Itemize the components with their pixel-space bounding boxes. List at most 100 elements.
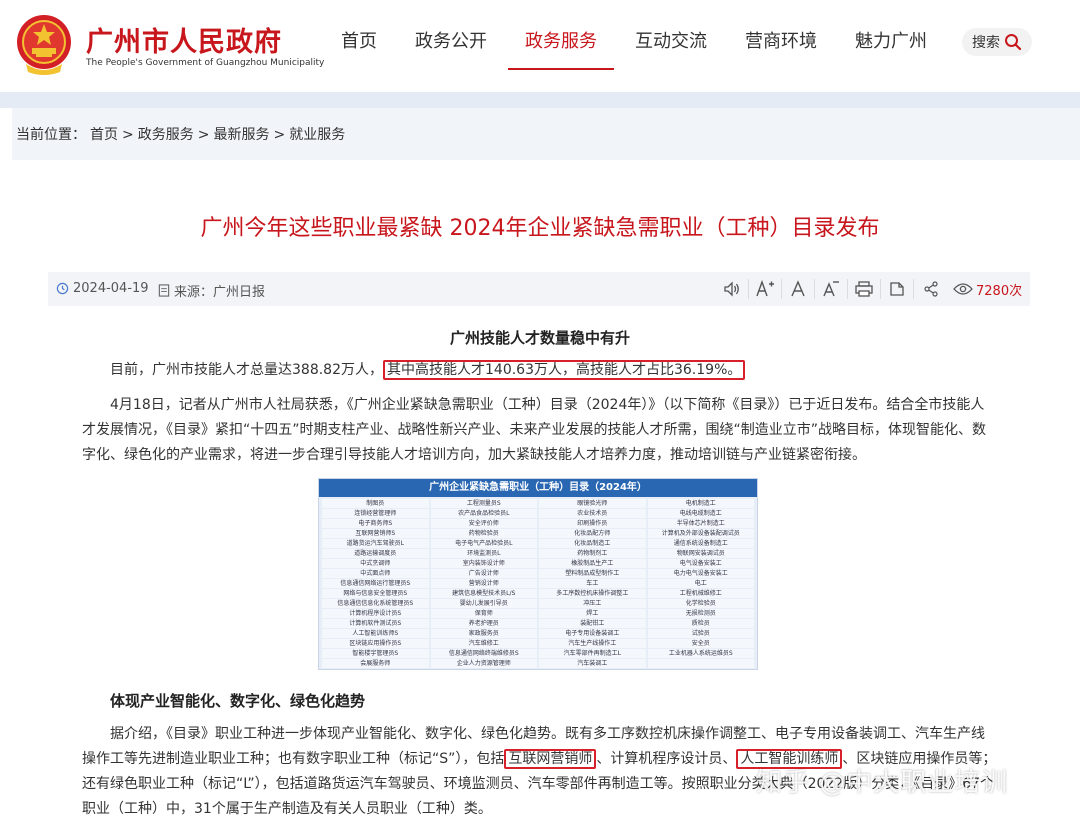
occupation-table-cell: 企业人力资源管理师 [430,659,537,668]
document-icon [158,284,170,297]
article-toolbar: 7280次 [716,279,1022,299]
main-nav: 首页 政务公开 政务服务 互动交流 营商环境 魅力广州 [322,0,946,92]
nav-interaction[interactable]: 互动交流 [616,0,726,92]
zhihu-watermark: 知乎 @中大职业培训 [756,768,1009,798]
section-heading-1: 广州技能人才数量稳中有升 [449,329,630,347]
occupation-table-cell: 环境监测员L [430,549,537,558]
occupation-table-cell: 安全员 [647,639,754,648]
site-header: 广州市人民政府 The People's Government of Guang… [0,0,1080,92]
paragraph-1-text: 目前，广州市技能人才总量达388.82万人， [110,362,383,378]
font-increase-icon[interactable] [749,279,782,299]
occupation-table-cell: 计算机程序设计员S [322,609,429,618]
article-meta-bar: 2024-04-19 来源：广州日报 7280次 [48,272,1030,306]
occupation-table-cell: 信息通信信息化系统管理员S [322,599,429,608]
nav-charm-guangzhou[interactable]: 魅力广州 [836,0,946,92]
occupation-table-cell: 车工 [539,579,646,588]
occupation-table-cell: 广告设计师 [430,569,537,578]
occupation-table-cell: 多工序数控机床操作调整工 [539,589,646,598]
search-button[interactable]: 搜索 [962,28,1032,56]
national-emblem-icon[interactable] [14,12,74,78]
occupation-table-cell: 安全评价师 [430,519,537,528]
site-title[interactable]: 广州市人民政府 [86,20,282,59]
occupation-table-cell: 药物制剂工 [539,549,646,558]
occupation-table-cell: 信息通信网络终端维修员S [430,649,537,658]
occupation-table-cell: 建筑信息模型技术员L/S [430,589,537,598]
occupation-table-cell: 装配钳工 [539,619,646,628]
print-icon[interactable] [848,279,881,299]
view-count-text: 7280次 [976,283,1023,299]
paragraph-1: 目前，广州市技能人才总量达388.82万人， 其中高技能人才140.63万人，高技… [110,358,1010,383]
occupation-table-cell: 人工智能训练师S [322,629,429,638]
occupation-table-cell: 计算机软件测试员S [322,619,429,628]
occupation-table-cell [647,659,754,668]
bookmark-icon[interactable] [881,279,914,299]
breadcrumb-item-latest-services[interactable]: 最新服务 [213,127,269,143]
nav-home[interactable]: 首页 [322,0,396,92]
occupation-table-cell: 互联网营销师S [322,529,429,538]
occupation-table-cell: 智能楼宇管理员S [322,649,429,658]
occupation-table-cell: 无损检测员 [647,609,754,618]
occupation-table-cell: 道路货运汽车驾驶员L [322,539,429,548]
search-icon [1005,34,1022,51]
occupation-table-cell: 半导体芯片制造工 [647,519,754,528]
occupation-table-cell: 计算机及外部设备装配调试员 [647,529,754,538]
occupation-table-cell: 室内装饰设计师 [430,559,537,568]
clock-icon [56,282,69,295]
publish-date-text: 2024-04-19 [73,281,149,296]
occupation-table-cell: 营销设计师 [430,579,537,588]
occupation-table-cell: 连锁经营管理师 [322,509,429,518]
breadcrumb-prefix: 当前位置： [16,127,86,143]
occupation-table-cell: 物联网安装调试员 [647,549,754,558]
occupation-table-cell: 农业技术员 [539,509,646,518]
occupation-table-cell: 电子商务师S [322,519,429,528]
occupation-table-cell: 会展服务师 [322,659,429,668]
occupation-table-cell: 汽车装调工 [539,659,646,668]
view-count: 7280次 [953,280,1022,299]
occupation-table-cell: 工业机器人系统运维员S [647,649,754,658]
occupation-table-cell: 药物检验员 [430,529,537,538]
article-source: 来源：广州日报 [158,281,265,300]
occupation-table-cell: 家政服务员 [430,629,537,638]
occupation-table-cell: 化妆品配方师 [539,529,646,538]
occupation-table-cell: 信息通信网络运行管理员S [322,579,429,588]
breadcrumb-sep: > [273,127,286,143]
occupation-table-cell: 中式面点师 [322,569,429,578]
font-decrease-icon[interactable] [815,279,848,299]
breadcrumb: 当前位置： 首页 > 政务服务 > 最新服务 > 就业服务 [16,124,349,144]
site-subtitle: The People's Government of Guangzhou Mun… [86,58,325,68]
occupation-table-cell: 汽车维修工 [430,639,537,648]
occupation-table-cell: 养老护理员 [430,619,537,628]
occupation-table-cell: 眼镜验光师 [539,499,646,508]
article-title: 广州今年这些职业最紧缺 2024年企业紧缺急需职业（工种）目录发布 [200,216,880,241]
nav-business-env[interactable]: 营商环境 [726,0,836,92]
occupation-table-cell: 制图员 [322,499,429,508]
breadcrumb-item-home[interactable]: 首页 [90,127,118,143]
occupation-table-cell: 网络与信息安全管理员S [322,589,429,598]
occupation-table-cell: 电机制造工 [647,499,754,508]
occupation-table-cell: 工程机械维修工 [647,589,754,598]
nav-gov-services[interactable]: 政务服务 [506,0,616,92]
font-normal-icon[interactable] [782,279,815,299]
highlight-high-skill: 其中高技能人才140.63万人，高技能人才占比36.19%。 [383,360,746,380]
occupation-table-cell: 通信系统设备制造工 [647,539,754,548]
occupation-table-title: 广州企业紧缺急需职业（工种）目录（2024年） [319,479,757,497]
nav-gov-affairs-open[interactable]: 政务公开 [396,0,506,92]
occupation-table-cell: 化学检验员 [647,599,754,608]
eye-icon [953,283,973,295]
occupation-table-cell: 化妆品制造工 [539,539,646,548]
breadcrumb-item-gov-services[interactable]: 政务服务 [138,127,194,143]
paragraph-2: 4月18日，记者从广州市人社局获悉，《广州企业紧缺急需职业（工种）目录（2024… [82,393,998,468]
breadcrumb-item-employment[interactable]: 就业服务 [289,127,345,143]
occupation-table-cell: 汽车生产线操作工 [539,639,646,648]
occupation-table-cell: 试验员 [647,629,754,638]
occupation-table-cell: 电力电气设备安装工 [647,569,754,578]
breadcrumb-sep: > [122,127,134,143]
occupation-table-cell: 婴幼儿发展引导员 [430,599,537,608]
speaker-icon[interactable] [716,279,749,299]
article-source-text: 来源：广州日报 [174,285,266,300]
occupation-table-cell: 汽车零部件再制造工L [539,649,646,658]
share-icon[interactable] [914,279,947,299]
occupation-table-cell: 电子专用设备装调工 [539,629,646,638]
paragraph-2-text: 4月18日，记者从广州市人社局获悉，《广州企业紧缺急需职业（工种）目录（2024… [82,397,987,463]
highlight-internet-marketer: 互联网营销师 [504,749,597,769]
